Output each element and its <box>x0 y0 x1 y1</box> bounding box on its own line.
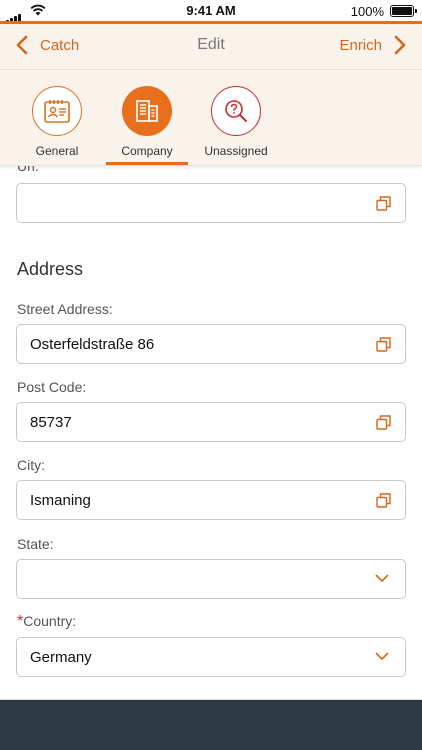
enrich-label: Enrich <box>339 36 382 54</box>
enrich-button[interactable]: Enrich <box>339 35 406 55</box>
postcode-value: 85737 <box>30 414 72 431</box>
building-icon <box>136 100 158 122</box>
copy-icon[interactable] <box>376 337 391 352</box>
chevron-down-icon <box>375 574 389 582</box>
tab-company[interactable]: Company <box>107 86 187 158</box>
battery-percent: 100% <box>350 4 384 19</box>
copy-icon[interactable] <box>376 415 391 430</box>
copy-icon[interactable] <box>376 493 391 508</box>
tab-general-label: General <box>35 144 79 158</box>
city-label: City: <box>17 457 45 473</box>
postcode-label: Post Code: <box>17 379 87 395</box>
address-section-title: Address <box>17 259 84 279</box>
country-value: Germany <box>30 649 92 666</box>
bottom-bar <box>0 700 422 750</box>
tab-company-label: Company <box>121 144 173 158</box>
tab-bar: General Company Unassigned <box>0 70 422 166</box>
city-value: Ismaning <box>30 492 91 509</box>
state-label: State: <box>17 536 54 552</box>
battery-icon <box>390 5 417 17</box>
street-address-value: Osterfeldstraße 86 <box>30 336 155 353</box>
question-search-icon <box>225 100 247 122</box>
tab-unassigned-label: Unassigned <box>204 144 268 158</box>
url-label: Url: <box>17 166 39 174</box>
state-select[interactable] <box>16 559 406 599</box>
form-content[interactable]: Url: Address Street Address: Osterfeldst… <box>0 166 422 700</box>
country-select[interactable]: Germany <box>16 637 406 677</box>
street-label: Street Address: <box>17 301 113 317</box>
street-address-field[interactable]: Osterfeldstraße 86 <box>16 324 406 364</box>
tab-unassigned[interactable]: Unassigned <box>196 86 276 158</box>
chevron-down-icon <box>375 652 389 660</box>
country-label: *Country: <box>17 613 77 630</box>
url-field[interactable] <box>16 183 406 223</box>
nav-bar: Catch Edit Enrich <box>0 24 422 70</box>
tab-general[interactable]: General <box>17 86 97 158</box>
city-field[interactable]: Ismaning <box>16 480 406 520</box>
copy-icon[interactable] <box>376 196 391 211</box>
postcode-field[interactable]: 85737 <box>16 402 406 442</box>
contact-card-icon <box>44 100 70 123</box>
chevron-right-icon <box>394 35 406 55</box>
tab-selected-indicator <box>106 162 188 165</box>
status-bar: 9:41 AM 100% <box>0 0 422 24</box>
